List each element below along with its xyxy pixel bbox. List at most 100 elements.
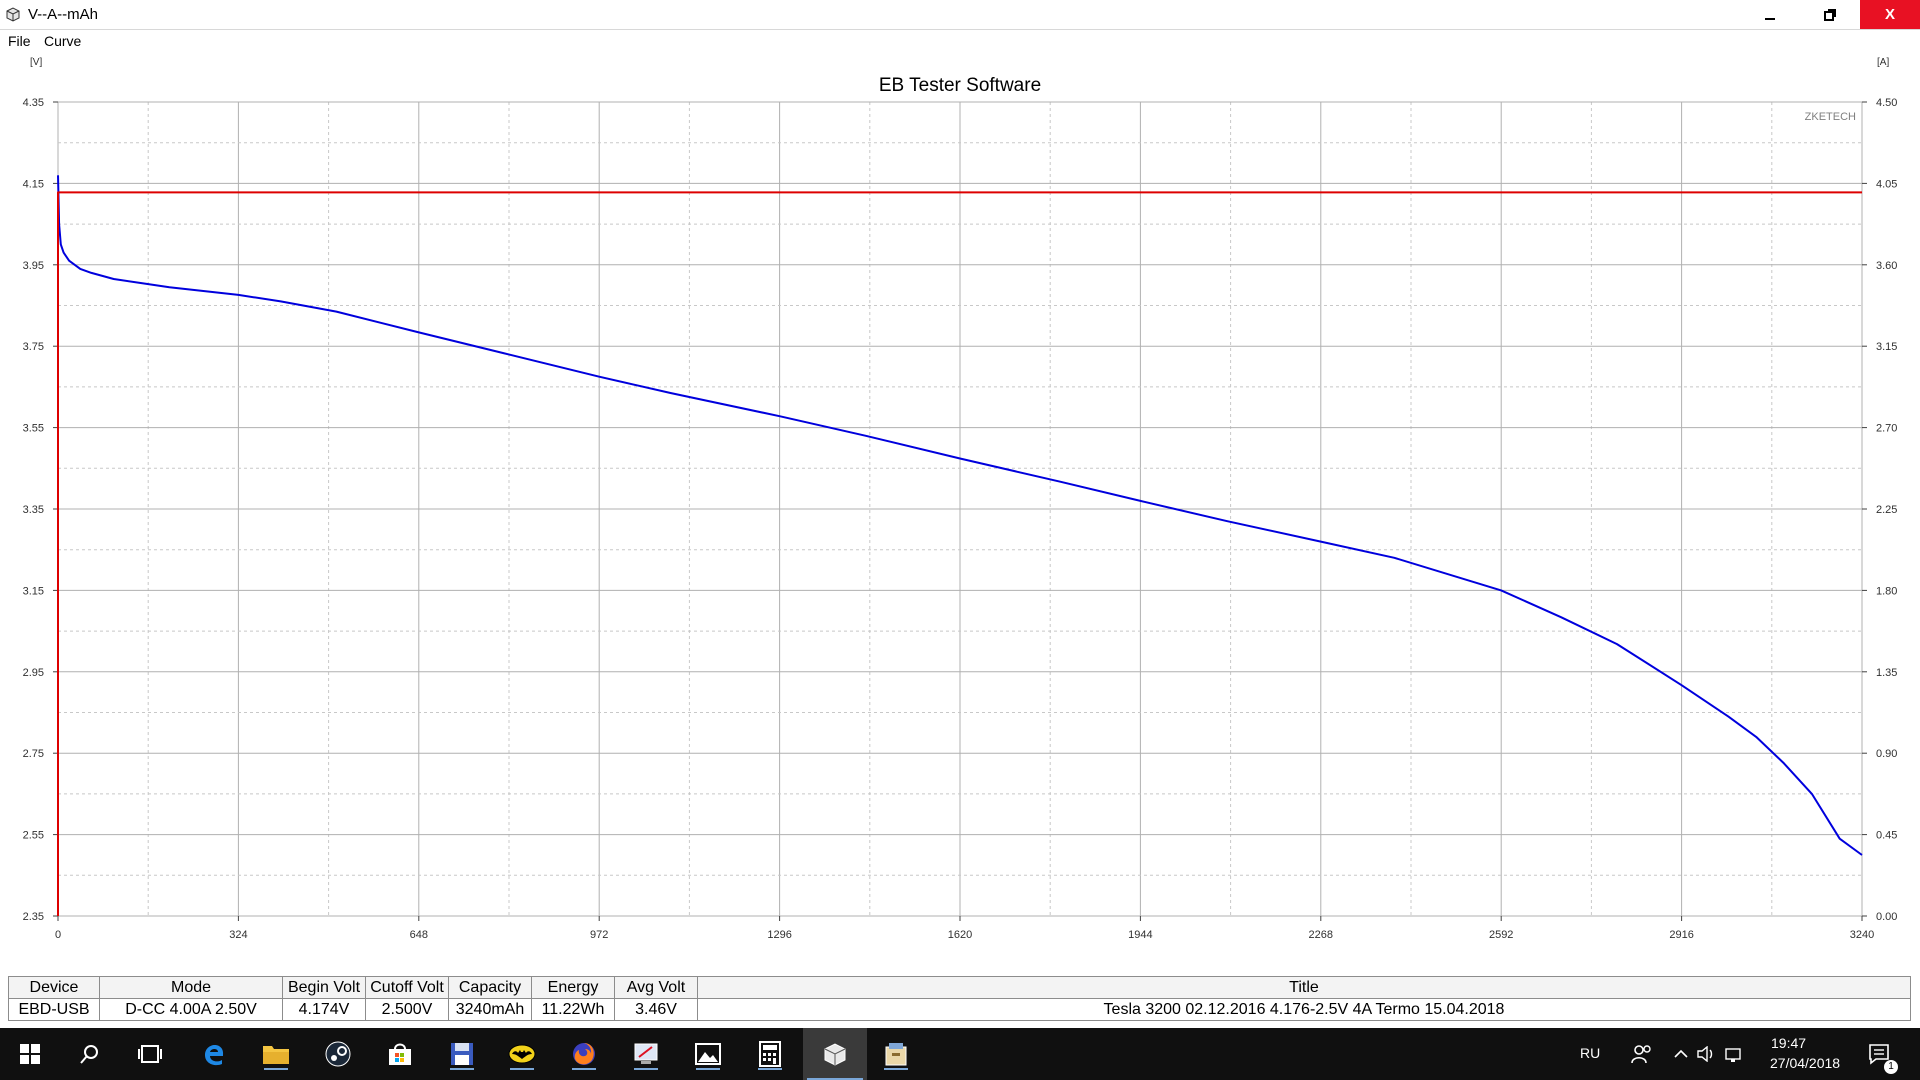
y-left-tick-label: 3.95: [23, 260, 44, 272]
y-left-tick-label: 4.35: [23, 97, 44, 109]
language-indicator[interactable]: RU: [1580, 1045, 1600, 1061]
action-center-button[interactable]: 1: [1864, 1038, 1898, 1074]
edge-icon: [205, 1045, 224, 1066]
start-icon: [20, 1044, 40, 1064]
y-right-unit: [A]: [1877, 57, 1889, 68]
clock-time[interactable]: 19:47: [1771, 1035, 1806, 1051]
task-view-icon: [138, 1045, 162, 1063]
x-tick-label: 0: [55, 929, 61, 941]
taskbar: RU 19:47 27/04/2018 1: [0, 1028, 1920, 1080]
close-button[interactable]: X: [1860, 0, 1920, 29]
restore-icon: [1824, 8, 1836, 21]
photos-app[interactable]: [692, 1038, 724, 1070]
y-left-tick-label: 2.95: [23, 667, 44, 679]
tray-expand-button[interactable]: [1670, 1038, 1692, 1070]
cell-cutoff-volt: 2.500V: [365, 998, 449, 1021]
chart-title: EB Tester Software: [879, 75, 1041, 96]
x-tick-label: 648: [410, 929, 428, 941]
restore-button[interactable]: [1800, 0, 1860, 29]
chart-area: 0 324 648 972 1296 1620 1944 2268 2592 2916 3240 4.…: [0, 55, 1920, 965]
search-button[interactable]: [74, 1038, 106, 1070]
photos-icon: [695, 1043, 721, 1065]
y-right-tick-label: 3.15: [1876, 341, 1897, 353]
x-tick-label: 972: [590, 929, 608, 941]
x-tick-label: 2592: [1489, 929, 1513, 941]
notification-badge: 1: [1884, 1060, 1898, 1074]
header-title: Title: [697, 976, 1911, 999]
volume-button[interactable]: [1696, 1038, 1718, 1070]
cell-energy: 11.22Wh: [531, 998, 615, 1021]
edge-app[interactable]: [198, 1038, 230, 1070]
network-icon: [1725, 1048, 1741, 1062]
firefox-app[interactable]: [568, 1038, 600, 1070]
header-device: Device: [8, 976, 100, 999]
archive-app[interactable]: [880, 1038, 912, 1070]
cell-device: EBD-USB: [8, 998, 100, 1021]
eb-tester-app[interactable]: [803, 1028, 867, 1080]
y-left-tick-label: 3.55: [23, 423, 44, 435]
cell-begin-volt: 4.174V: [282, 998, 366, 1021]
x-tick-label: 1620: [948, 929, 972, 941]
y-right-tick-label: 0.00: [1876, 911, 1897, 923]
y-right-tick-label: 0.90: [1876, 748, 1897, 760]
menu-file[interactable]: File: [8, 33, 31, 49]
remote-icon: [634, 1043, 658, 1064]
results-header-row: Device Mode Begin Volt Cutoff Volt Capac…: [8, 976, 1911, 999]
start-button[interactable]: [14, 1038, 46, 1070]
y-left-tick-label: 3.15: [23, 585, 44, 597]
firefox-icon: [573, 1043, 595, 1065]
cell-avg-volt: 3.46V: [614, 998, 698, 1021]
cell-mode: D-CC 4.00A 2.50V: [99, 998, 283, 1021]
steam-app[interactable]: [322, 1038, 354, 1070]
minimize-icon: [1765, 17, 1775, 20]
y-left-tick-label: 2.75: [23, 748, 44, 760]
x-tick-label: 2268: [1309, 929, 1333, 941]
store-app[interactable]: [384, 1038, 416, 1070]
header-capacity: Capacity: [448, 976, 532, 999]
close-icon: X: [1884, 6, 1895, 23]
people-button[interactable]: [1626, 1038, 1658, 1070]
x-tick-label: 1296: [767, 929, 791, 941]
window-title: V--A--mAh: [28, 6, 99, 23]
y-left-tick-label: 3.75: [23, 341, 44, 353]
archive-icon: [885, 1043, 907, 1066]
y-right-tick-label: 1.35: [1876, 667, 1897, 679]
chevron-up-icon: [1674, 1049, 1688, 1058]
y-right-tick-label: 4.05: [1876, 178, 1897, 190]
cell-capacity: 3240mAh: [448, 998, 532, 1021]
y-right-tick-label: 4.50: [1876, 97, 1897, 109]
x-tick-label: 324: [229, 929, 247, 941]
search-icon: [80, 1045, 98, 1064]
volume-icon: [1697, 1046, 1713, 1062]
y-right-tick-label: 0.45: [1876, 830, 1897, 842]
title-bar: V--A--mAh X: [0, 0, 1920, 30]
people-icon: [1631, 1045, 1651, 1064]
y-left-tick-label: 2.55: [23, 830, 44, 842]
header-begin-volt: Begin Volt: [282, 976, 366, 999]
header-energy: Energy: [531, 976, 615, 999]
store-icon: [389, 1043, 411, 1065]
network-button[interactable]: [1722, 1038, 1744, 1070]
batman-icon: [508, 1044, 536, 1064]
minimize-button[interactable]: [1740, 0, 1800, 29]
task-view-button[interactable]: [134, 1038, 166, 1070]
clock-date[interactable]: 27/04/2018: [1770, 1055, 1840, 1071]
watermark-label: ZKETECH: [1805, 111, 1856, 123]
y-left-unit: [V]: [30, 57, 42, 68]
results-data-row[interactable]: EBD-USB D-CC 4.00A 2.50V 4.174V 2.500V 3…: [8, 998, 1911, 1021]
save-app[interactable]: [446, 1038, 478, 1070]
batman-app[interactable]: [506, 1038, 538, 1070]
menu-curve[interactable]: Curve: [44, 33, 81, 49]
header-avg-volt: Avg Volt: [614, 976, 698, 999]
explorer-app[interactable]: [260, 1038, 292, 1070]
remote-app[interactable]: [630, 1038, 662, 1070]
header-cutoff-volt: Cutoff Volt: [365, 976, 449, 999]
calculator-app[interactable]: [754, 1038, 786, 1070]
results-table: Device Mode Begin Volt Cutoff Volt Capac…: [8, 976, 1911, 1021]
y-right-tick-label: 2.25: [1876, 504, 1897, 516]
y-left-tick-label: 3.35: [23, 504, 44, 516]
y-left-tick-label: 2.35: [23, 911, 44, 923]
eb-tester-icon: [824, 1043, 846, 1066]
file-explorer-icon: [263, 1046, 289, 1064]
discharge-chart: 0 324 648 972 1296 1620 1944 2268 2592 2916 3240 4.…: [23, 57, 1898, 941]
